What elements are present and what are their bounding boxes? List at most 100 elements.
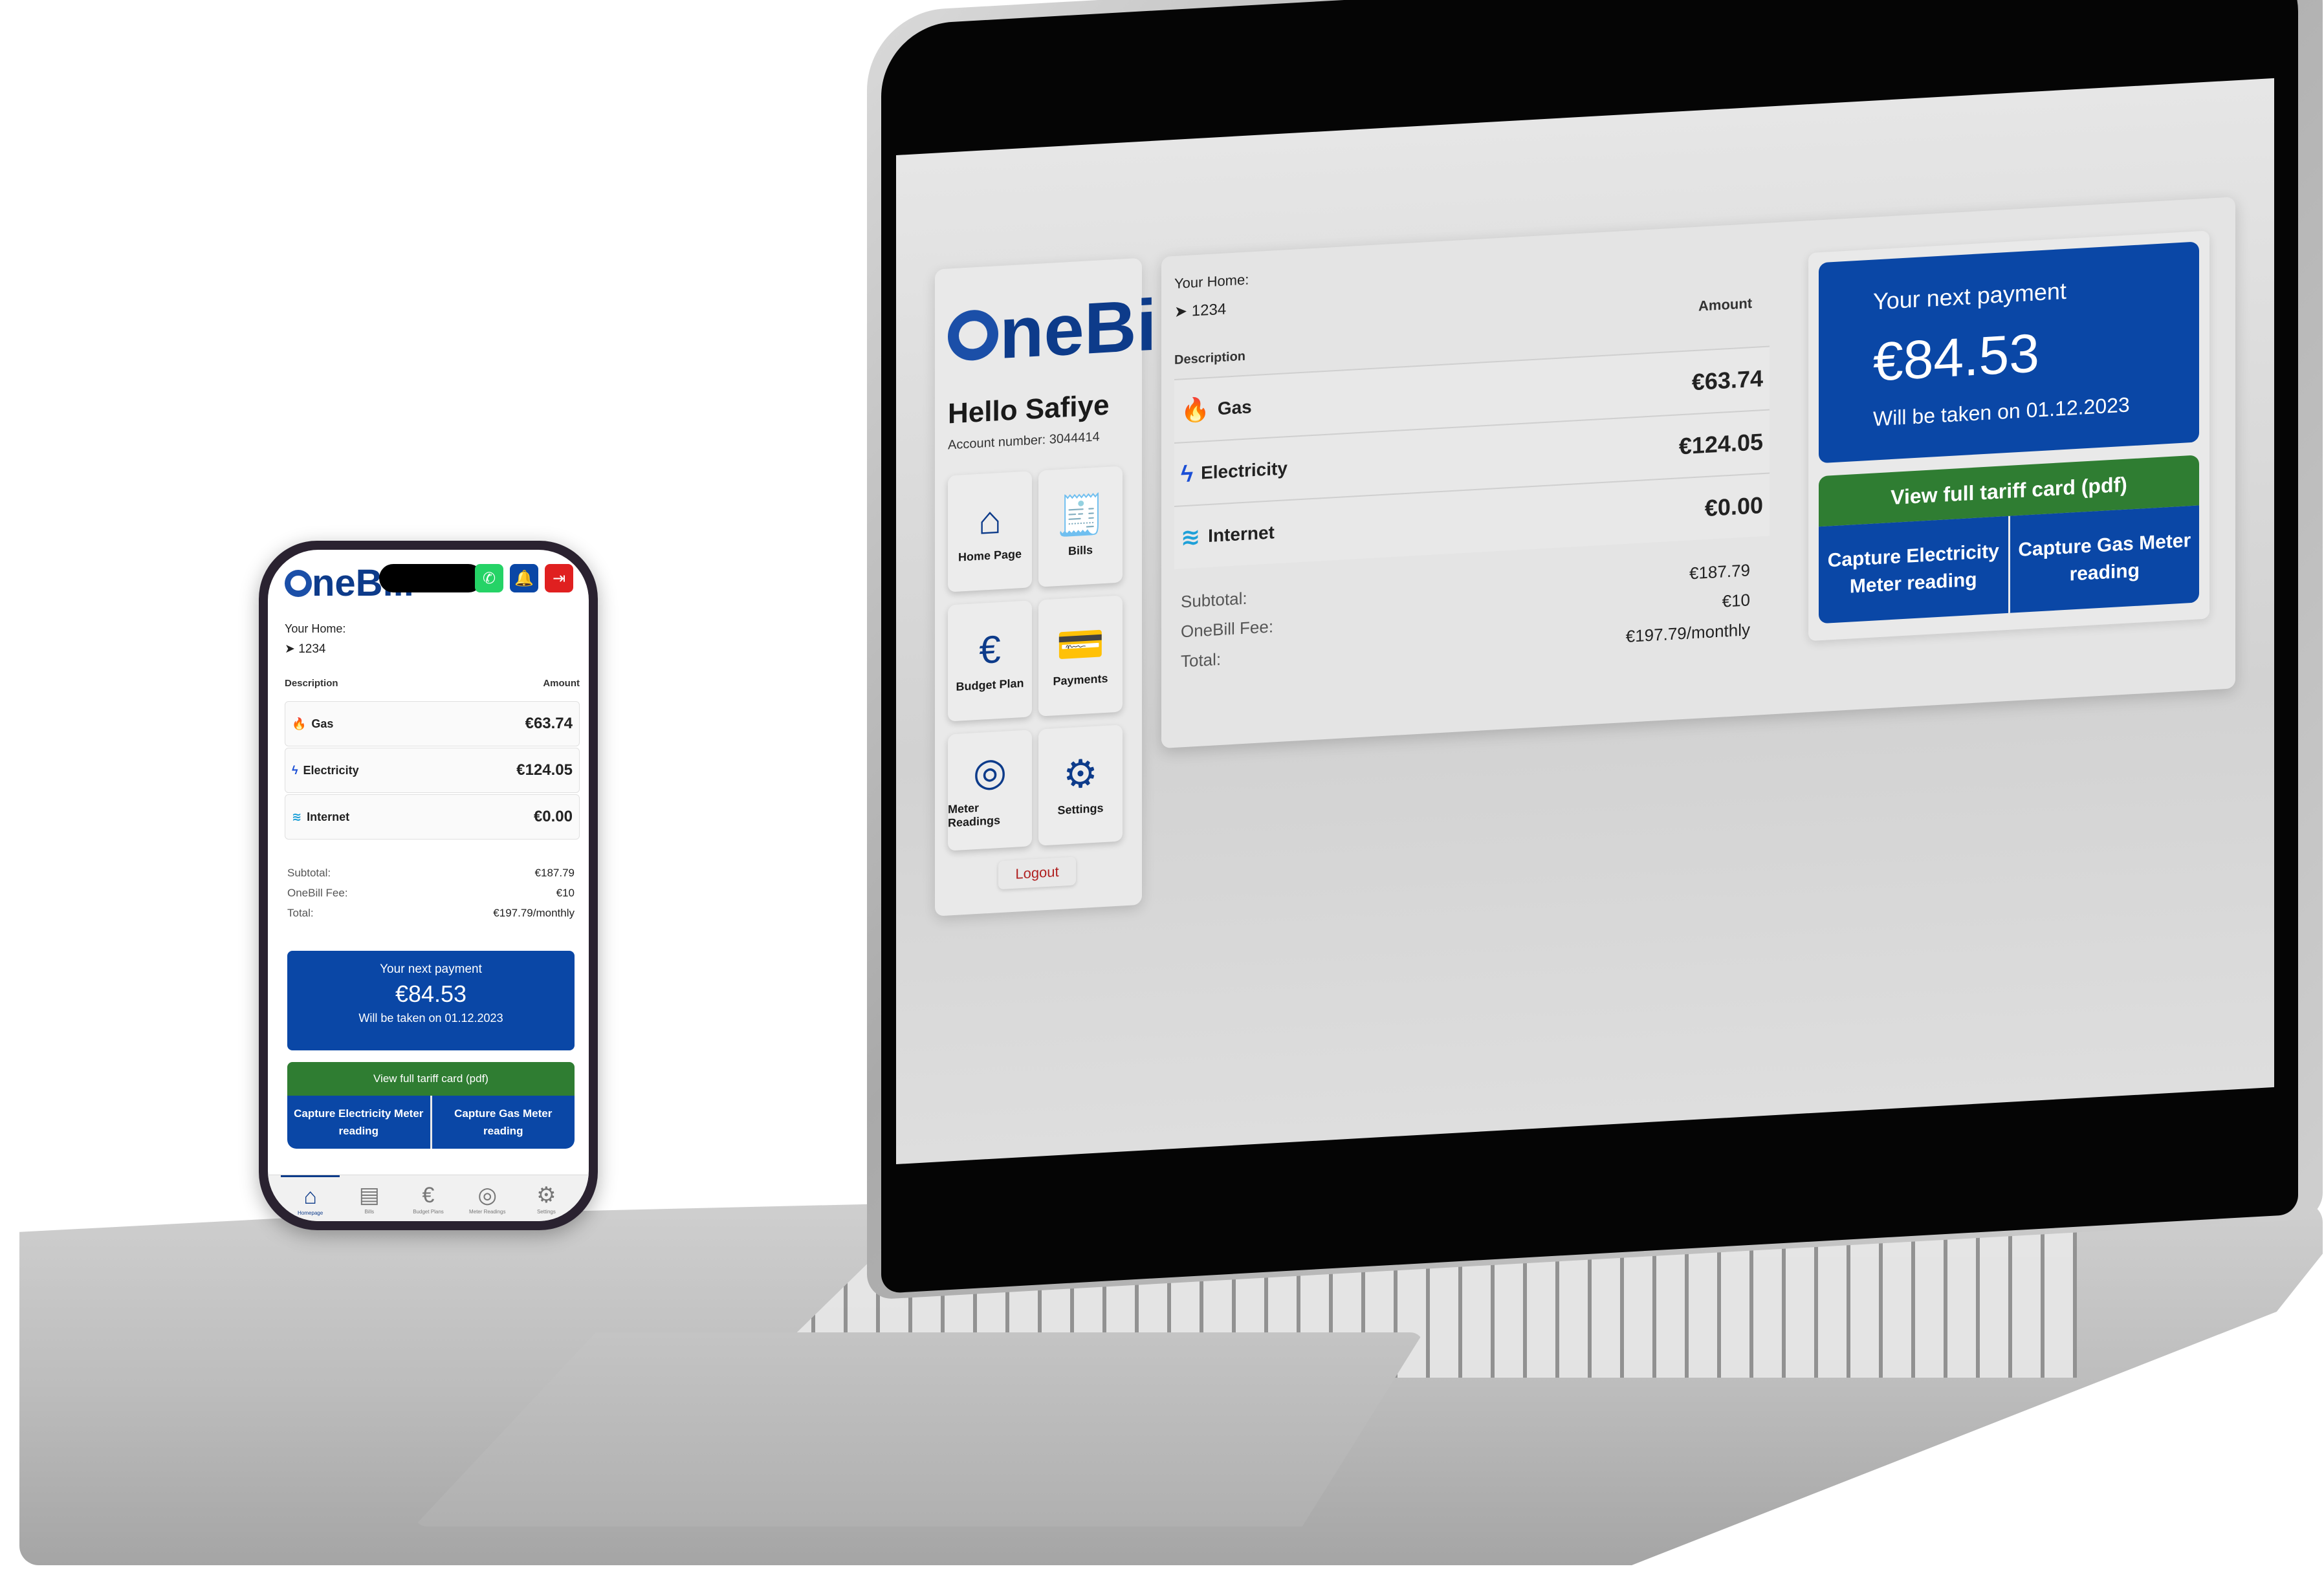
nav-label: Bills [364, 1209, 375, 1215]
amount-header: Amount [543, 678, 580, 689]
totals: Subtotal: €187.79 OneBill Fee: €10 Total: €… [1181, 560, 1750, 681]
nav-label: Homepage [298, 1210, 323, 1216]
view-tariff-button[interactable]: View full tariff card (pdf) [287, 1062, 575, 1096]
dynamic-island [379, 564, 483, 592]
mobile-table-header: Description Amount [285, 678, 580, 689]
mobile-next-payment-card: Your next payment €84.53 Will be taken o… [287, 951, 575, 1050]
subtotal-value: €187.79 [1689, 560, 1750, 583]
capture-electricity-button[interactable]: Capture Electricity Meter reading [1819, 515, 2008, 624]
tile-budget-plan[interactable]: € Budget Plan [948, 600, 1032, 722]
subtotal-label: Subtotal: [1181, 588, 1247, 612]
flame-icon: 🔥 [292, 717, 307, 730]
next-payment-card: Your next payment €84.53 Will be taken o… [1819, 241, 2199, 464]
wifi-icon: ≋ [1181, 523, 1201, 551]
home-address: ➤ 1234 [1174, 299, 1226, 321]
home-icon: ⌂ [303, 1184, 317, 1209]
fee-value: €10 [1722, 590, 1750, 611]
next-payment-amount: €84.53 [1873, 322, 2039, 393]
nav-label: Budget Plans [413, 1209, 444, 1215]
description-header: Description [1174, 349, 1246, 367]
payment-panel: Your next payment €84.53 Will be taken o… [1808, 230, 2209, 642]
bill-summary-panel: Your Home: ➤ 1234 Amount Description 🔥 Ga… [1161, 197, 2235, 749]
address-value: 1234 [298, 642, 326, 656]
next-payment-title: Your next payment [1873, 277, 2066, 315]
wifi-icon: ≋ [292, 810, 302, 823]
mobile-bill-table: 🔥 Gas €63.74 ϟ Electricity €124.05 ≋ Intern… [285, 701, 580, 841]
fee-label: OneBill Fee: [287, 887, 348, 899]
table-row-gas: 🔥 Gas €63.74 [285, 701, 580, 746]
row-amount: €124.05 [1678, 428, 1763, 460]
logout-icon[interactable]: ⇥ [545, 564, 573, 592]
logo-o-icon [285, 569, 312, 597]
tile-label: Meter Readings [948, 801, 1001, 830]
amount-header: Amount [1698, 295, 1753, 314]
row-name: Electricity [1201, 458, 1288, 483]
row-amount: €63.74 [1691, 365, 1763, 396]
tile-label: Settings [1057, 801, 1104, 817]
capture-buttons: Capture Electricity Meter reading Captur… [1819, 505, 2199, 624]
tile-label: Bills [1068, 543, 1093, 558]
logo-o-icon [948, 308, 998, 362]
row-name: Electricity [303, 763, 359, 777]
tile-label: Payments [1053, 671, 1108, 688]
card-icon: 💳 [1056, 621, 1105, 667]
row-amount: €124.05 [516, 761, 573, 779]
tile-meter-readings[interactable]: ◎ Meter Readings [948, 730, 1032, 851]
next-payment-title: Your next payment [380, 962, 482, 976]
nav-item-budget-plans[interactable]: € Budget Plans [399, 1175, 457, 1221]
your-home-label: Your Home: [285, 622, 346, 635]
notification-bell-icon[interactable]: 🔔 [510, 564, 538, 592]
subtotal-value: €187.79 [534, 867, 575, 879]
row-amount: €0.00 [533, 808, 573, 825]
account-number: Account number: 3044414 [948, 429, 1100, 453]
row-amount: €0.00 [1704, 492, 1763, 522]
row-name: Internet [1208, 522, 1275, 547]
total-label: Total: [1181, 649, 1222, 671]
capture-electricity-button[interactable]: Capture Electricity Meter reading [287, 1096, 430, 1149]
gear-icon: ⚙ [1063, 751, 1098, 797]
laptop-screen: neBill Hello Safiye Account number: 3044… [896, 78, 2274, 1164]
address-value: 1234 [1191, 300, 1227, 320]
nav-label: Meter Readings [468, 1209, 506, 1215]
total-label: Total: [287, 907, 314, 919]
description-header: Description [285, 678, 338, 689]
fee-label: OneBill Fee: [1181, 616, 1274, 642]
your-home-label: Your Home: [1174, 271, 1249, 292]
next-payment-date: Will be taken on 01.12.2023 [1873, 393, 2130, 431]
table-row-electricity: ϟ Electricity €124.05 [285, 748, 580, 793]
phone: neBill ✆ 🔔 ⇥ Your Home: ➤ 1234 Descripti… [259, 541, 598, 1230]
bill-icon: ▤ [358, 1183, 380, 1208]
bill-icon: 🧾 [1056, 492, 1105, 538]
flame-icon: 🔥 [1181, 395, 1210, 424]
row-name: Internet [307, 810, 350, 823]
tile-label: Budget Plan [956, 676, 1024, 693]
tile-bills[interactable]: 🧾 Bills [1038, 466, 1123, 587]
whatsapp-icon[interactable]: ✆ [475, 564, 503, 592]
logout-button[interactable]: Logout [998, 856, 1076, 890]
tile-home-page[interactable]: ⌂ Home Page [948, 471, 1032, 592]
sidebar: neBill Hello Safiye Account number: 3044… [935, 257, 1197, 917]
bill-table: 🔥 Gas €63.74 ϟ Electricity €124.05 ≋ Intern… [1174, 345, 1770, 569]
nav-item-bills[interactable]: ▤ Bills [340, 1175, 399, 1221]
onebill-logo[interactable]: neBill [948, 281, 1197, 378]
meter-icon: ◎ [972, 749, 1007, 795]
capture-gas-button[interactable]: Capture Gas Meter reading [2008, 505, 2199, 613]
tile-settings[interactable]: ⚙ Settings [1038, 724, 1123, 846]
next-payment-amount: €84.53 [395, 981, 467, 1007]
euro-icon: € [979, 627, 1001, 672]
nav-item-settings[interactable]: ⚙ Settings [517, 1175, 576, 1221]
tile-payments[interactable]: 💳 Payments [1038, 595, 1123, 717]
home-icon: ⌂ [978, 497, 1002, 543]
bottom-nav: ⌂ Homepage ▤ Bills € Budget Plans ◎ Meter Re… [268, 1175, 589, 1221]
nav-item-homepage[interactable]: ⌂ Homepage [281, 1175, 340, 1221]
euro-icon: € [422, 1183, 435, 1208]
nav-item-meter-readings[interactable]: ◎ Meter Readings [458, 1175, 517, 1221]
phone-screen: neBill ✆ 🔔 ⇥ Your Home: ➤ 1234 Descripti… [268, 550, 589, 1221]
meter-icon: ◎ [477, 1183, 498, 1208]
total-value: €197.79/monthly [493, 907, 575, 919]
capture-gas-button[interactable]: Capture Gas Meter reading [430, 1096, 575, 1149]
tile-label: Home Page [958, 547, 1022, 564]
next-payment-date: Will be taken on 01.12.2023 [358, 1012, 503, 1025]
mobile-capture-buttons: Capture Electricity Meter reading Captur… [287, 1096, 575, 1149]
mobile-top-actions: ✆ 🔔 ⇥ [475, 564, 573, 592]
